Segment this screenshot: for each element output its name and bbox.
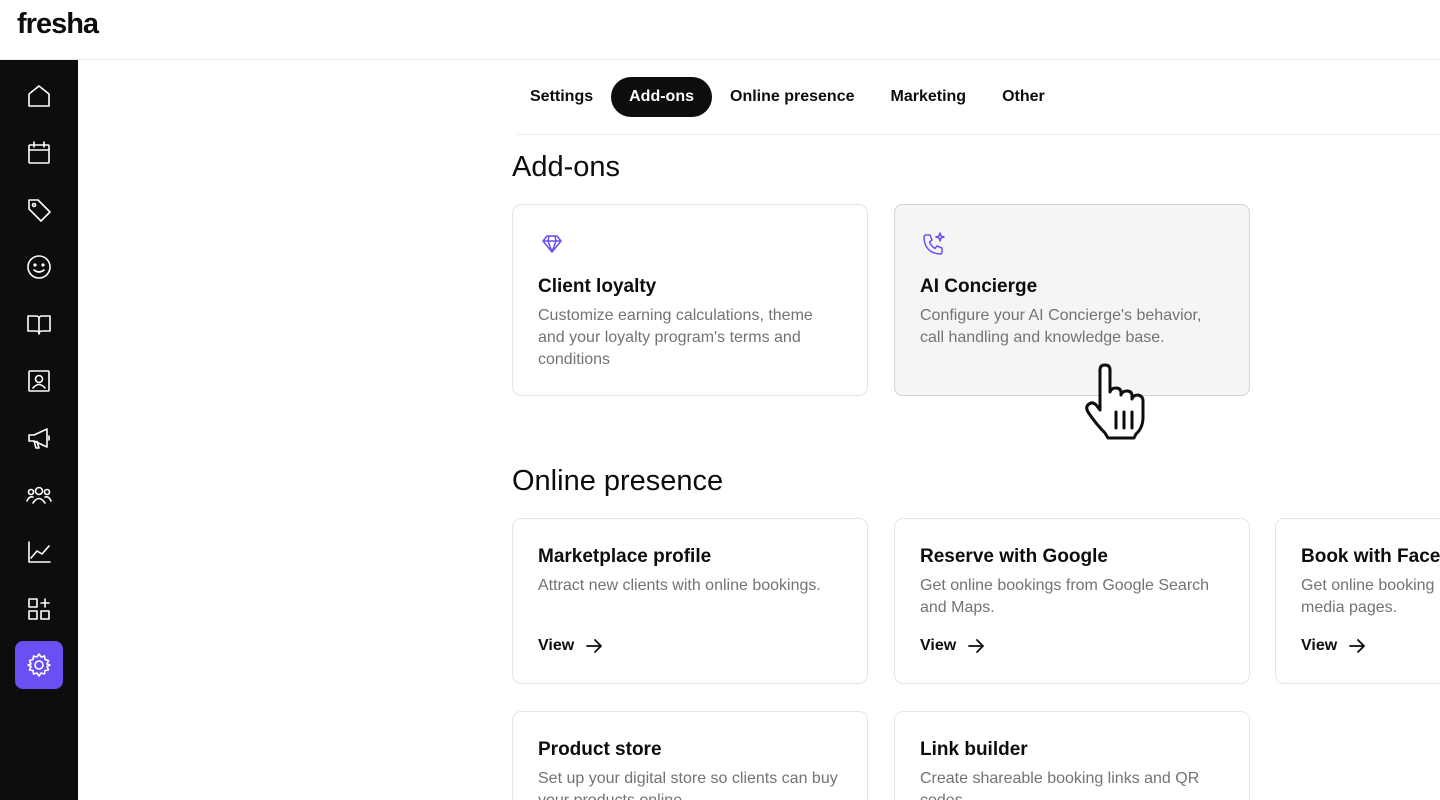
tab-marketing[interactable]: Marketing [873,77,985,117]
card-title: AI Concierge [920,276,1038,297]
view-link[interactable]: View [1301,636,1367,656]
card-title: Marketplace profile [538,546,712,567]
top-bar: fresha [0,0,1440,60]
sidebar-item-catalog[interactable] [15,300,63,348]
card-description: Set up your digital store so clients can… [538,770,838,800]
card-title: Link builder [920,739,1028,760]
chart-icon [28,541,51,563]
sidebar-item-sales[interactable] [15,186,63,234]
sidebar-item-calendar[interactable] [15,129,63,177]
tag-icon [28,199,51,222]
online-presence-heading: Online presence [512,465,724,497]
sidebar-item-reports[interactable] [15,528,63,576]
arrow-right-icon [968,639,985,653]
gear-icon [27,653,51,677]
sidebar-item-clients[interactable] [15,243,63,291]
tab-add-ons[interactable]: Add-ons [611,77,712,117]
sidebar-item-home[interactable] [15,72,63,120]
view-link-label: View [1301,637,1338,654]
tab-online-presence[interactable]: Online presence [712,77,873,117]
calendar-icon [28,141,50,164]
reserve-with-google-card[interactable]: Reserve with Google Get online bookings … [894,518,1250,684]
smiley-icon [27,255,51,279]
hand-cursor-icon [1085,363,1145,440]
view-link[interactable]: View [920,636,986,656]
settings-tabs: Settings Add-ons Online presence Marketi… [512,77,1063,117]
card-description: Configure your AI Concierge's behavior, … [920,307,1202,346]
contact-card-icon [28,370,50,392]
phone-sparkle-icon [920,230,948,258]
megaphone-icon [28,428,50,449]
card-description: Get online bookings from Google Search a… [920,577,1210,616]
sidebar-item-settings[interactable] [15,641,63,689]
client-loyalty-card[interactable]: Client loyalty Customize earning calcula… [512,204,868,396]
sidebar-item-marketing[interactable] [15,414,63,462]
link-builder-card[interactable]: Link builder Create shareable booking li… [894,711,1250,800]
sidebar-item-team[interactable] [15,357,63,405]
add-ons-heading: Add-ons [512,151,621,183]
diamond-icon [538,230,566,258]
tabs-divider [516,134,1440,135]
view-link-label: View [538,637,575,654]
product-store-card[interactable]: Product store Set up your digital store … [512,711,868,800]
book-icon [27,315,51,335]
card-description: Attract new clients with online bookings… [538,577,821,594]
card-description: Create shareable booking links and QR co… [920,770,1200,800]
card-title: Book with Faceb [1301,546,1440,567]
sidebar-item-team-members[interactable] [15,471,63,519]
home-icon [28,85,50,107]
view-link-label: View [920,637,957,654]
fresha-logo[interactable]: fresha [17,8,99,41]
tab-settings[interactable]: Settings [512,77,611,117]
tab-other[interactable]: Other [984,77,1063,117]
arrow-right-icon [586,639,603,653]
marketplace-profile-card[interactable]: Marketplace profile Attract new clients … [512,518,868,684]
card-title: Reserve with Google [920,546,1108,567]
card-description: Customize earning calculations, theme an… [538,307,813,368]
ai-concierge-card[interactable]: AI Concierge Configure your AI Concierge… [894,204,1250,396]
people-icon [26,486,52,504]
arrow-right-icon [1349,639,1366,653]
card-title: Product store [538,739,662,760]
card-description: Get online booking media pages. [1301,577,1435,616]
sidebar-item-apps[interactable] [15,585,63,633]
book-with-facebook-card[interactable]: Book with Faceb Get online booking media… [1275,518,1440,684]
sidebar [0,60,78,800]
card-title: Client loyalty [538,276,657,297]
view-link[interactable]: View [538,636,604,656]
add-apps-icon [28,598,50,620]
